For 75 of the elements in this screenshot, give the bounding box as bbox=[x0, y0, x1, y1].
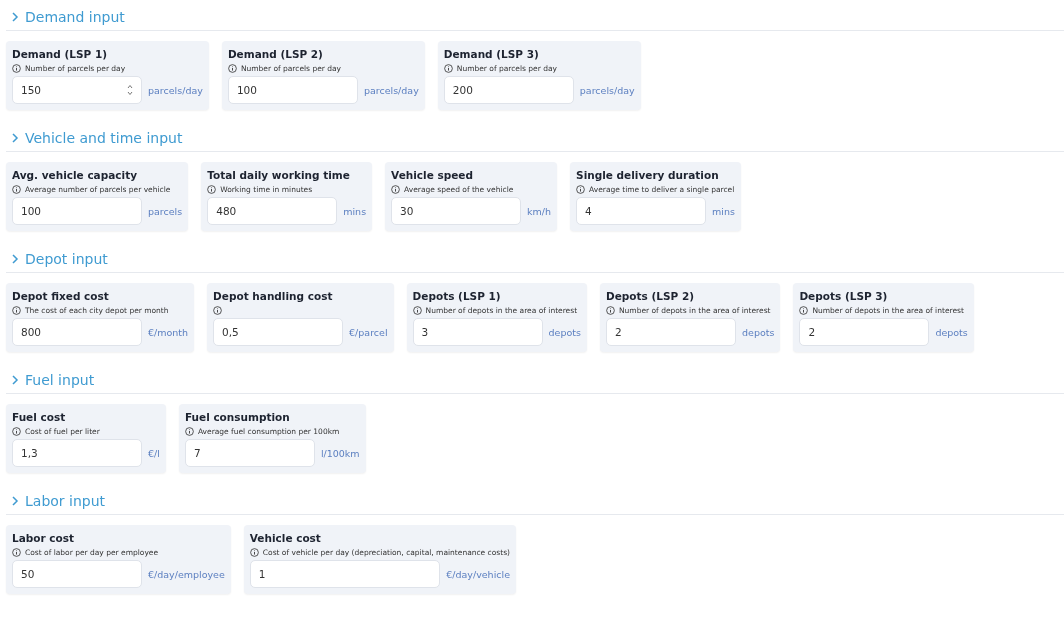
info-icon bbox=[227, 63, 237, 73]
field-label: Depot handling cost bbox=[213, 290, 334, 302]
number-field[interactable]: 2 bbox=[606, 318, 736, 346]
unit-label: €/day/employee bbox=[148, 568, 225, 580]
chevron-icon[interactable] bbox=[12, 133, 19, 143]
field-label: Fuel cost bbox=[12, 411, 67, 423]
field-label: Vehicle speed bbox=[391, 169, 474, 181]
unit-label: parcels/day bbox=[148, 84, 203, 96]
info-icon bbox=[12, 305, 21, 315]
chevron-icon[interactable] bbox=[12, 12, 19, 22]
info-icon bbox=[184, 426, 194, 436]
info-icon bbox=[12, 63, 21, 73]
number-field[interactable]: 7 bbox=[184, 439, 315, 467]
chevron-icon[interactable] bbox=[12, 254, 19, 264]
info-icon bbox=[12, 426, 21, 436]
number-field[interactable]: 100 bbox=[12, 197, 142, 225]
number-field[interactable]: 1 bbox=[249, 560, 441, 588]
section-title: Depot input bbox=[25, 251, 108, 267]
chevron-icon[interactable] bbox=[12, 375, 19, 385]
unit-label: €/l bbox=[148, 447, 160, 459]
number-field[interactable]: 200 bbox=[443, 76, 574, 104]
info-icon bbox=[213, 305, 223, 315]
field-label: Demand (LSP 3) bbox=[443, 48, 540, 60]
info-icon bbox=[576, 184, 586, 194]
info-icon bbox=[412, 305, 422, 315]
number-field[interactable]: 50 bbox=[12, 560, 142, 588]
unit-label: parcels/day bbox=[363, 84, 419, 96]
section-title: Labor input bbox=[25, 493, 106, 509]
field-label: Demand (LSP 1) bbox=[12, 48, 109, 60]
number-field[interactable]: 4 bbox=[576, 197, 707, 225]
unit-label: €/parcel bbox=[349, 326, 388, 338]
unit-label: €/day/vehicle bbox=[446, 568, 510, 580]
unit-label: l/100km bbox=[320, 447, 360, 459]
unit-label: mins bbox=[343, 205, 367, 217]
section-title: Vehicle and time input bbox=[25, 130, 183, 146]
chevron-icon[interactable] bbox=[12, 496, 19, 506]
unit-label: depots bbox=[935, 326, 968, 338]
number-field[interactable]: 150 bbox=[12, 76, 142, 104]
info-icon bbox=[443, 63, 453, 73]
number-field[interactable]: 30 bbox=[391, 197, 522, 225]
stepper-icon[interactable] bbox=[127, 84, 133, 96]
field-label: Demand (LSP 2) bbox=[227, 48, 324, 60]
section-title: Fuel input bbox=[25, 372, 95, 388]
number-field[interactable]: 100 bbox=[227, 76, 358, 104]
info-icon bbox=[799, 305, 809, 315]
info-icon bbox=[249, 547, 259, 557]
unit-label: depots bbox=[742, 326, 775, 338]
info-icon bbox=[12, 184, 21, 194]
section-title: Demand input bbox=[25, 9, 125, 25]
info-icon bbox=[606, 305, 615, 315]
info-icon bbox=[12, 547, 21, 557]
number-field[interactable]: 3 bbox=[412, 318, 543, 346]
field-label: Labor cost bbox=[12, 532, 76, 544]
unit-label: €/month bbox=[148, 326, 189, 338]
number-field[interactable]: 1,3 bbox=[12, 439, 142, 467]
number-field[interactable]: 800 bbox=[12, 318, 142, 346]
unit-label: depots bbox=[548, 326, 581, 338]
field-label: Total daily working time bbox=[207, 169, 351, 181]
unit-label: parcels/day bbox=[579, 84, 635, 96]
number-field[interactable]: 480 bbox=[207, 197, 338, 225]
field-label: Depot fixed cost bbox=[12, 290, 110, 302]
unit-label: parcels bbox=[148, 205, 183, 217]
number-field[interactable]: 0,5 bbox=[213, 318, 344, 346]
number-field[interactable]: 2 bbox=[799, 318, 930, 346]
info-icon bbox=[207, 184, 217, 194]
field-label: Single delivery duration bbox=[576, 169, 720, 181]
field-label: Fuel consumption bbox=[184, 411, 291, 423]
field-label: Depots (LSP 2) bbox=[606, 290, 695, 302]
field-label: Depots (LSP 3) bbox=[799, 290, 889, 302]
unit-label: mins bbox=[712, 205, 735, 217]
field-label: Avg. vehicle capacity bbox=[12, 169, 138, 181]
info-icon bbox=[391, 184, 401, 194]
field-label: Depots (LSP 1) bbox=[412, 290, 502, 302]
field-label: Vehicle cost bbox=[249, 532, 322, 544]
unit-label: km/h bbox=[527, 205, 552, 217]
